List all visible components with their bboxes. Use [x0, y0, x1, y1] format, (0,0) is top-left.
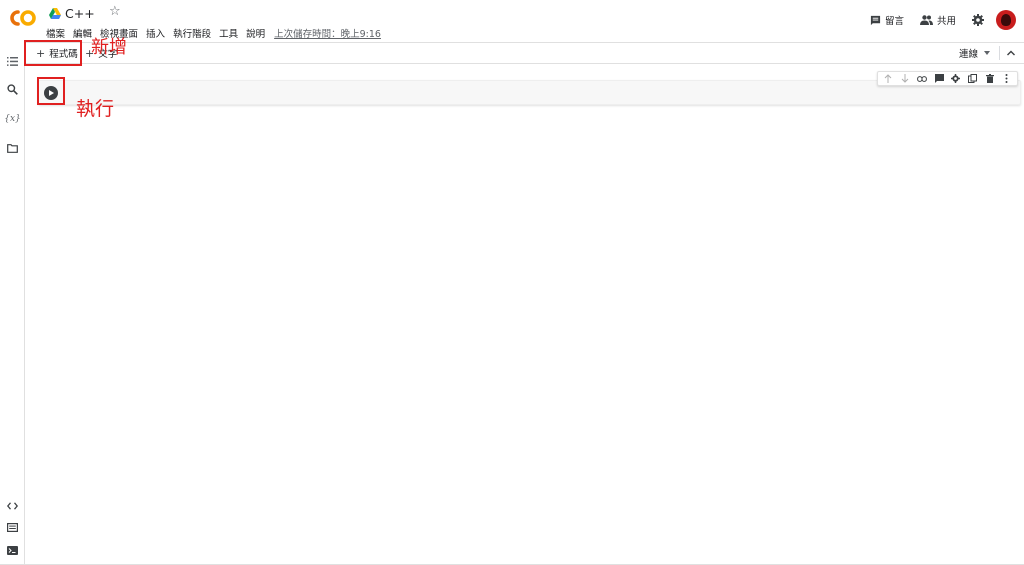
header-actions: 留言 共用 — [870, 9, 1024, 31]
menu-tools[interactable]: 工具 — [219, 26, 238, 40]
annotation-box-add — [24, 40, 82, 66]
variables-icon[interactable]: {x} — [4, 112, 21, 125]
link-icon[interactable] — [917, 74, 928, 84]
share-button[interactable]: 共用 — [919, 13, 956, 27]
delete-icon[interactable] — [985, 74, 995, 84]
menu-insert[interactable]: 插入 — [146, 26, 165, 40]
code-cell[interactable] — [38, 80, 1021, 105]
menu-help[interactable]: 說明 — [246, 26, 265, 40]
left-sidebar: {x} — [0, 42, 25, 565]
command-palette-icon[interactable] — [6, 521, 19, 534]
annotation-label-run: 執行 — [76, 98, 115, 120]
settings-icon[interactable] — [951, 74, 961, 84]
folder-icon[interactable] — [6, 142, 19, 155]
mirror-cell-icon[interactable] — [968, 74, 978, 84]
table-of-contents-icon[interactable] — [6, 55, 19, 68]
move-down-icon[interactable] — [900, 74, 910, 84]
move-up-icon[interactable] — [883, 74, 893, 84]
toolbar-divider — [999, 46, 1000, 60]
top-bar: C++ ☆ 檔案 編輯 檢視畫面 插入 執行階段 工具 說明 上次儲存時間：晚上… — [0, 0, 1024, 42]
menu-edit[interactable]: 編輯 — [73, 26, 92, 40]
annotation-label-add: 新增 — [91, 37, 127, 58]
connect-runtime-button[interactable]: 連線 — [959, 46, 990, 60]
comment-icon[interactable] — [934, 74, 944, 84]
people-icon — [919, 15, 933, 25]
last-saved-link[interactable]: 上次儲存時間：晚上9:16 — [274, 26, 381, 40]
cell-toolbar — [877, 71, 1018, 86]
annotation-box-run — [37, 77, 65, 105]
connect-label: 連線 — [958, 49, 978, 60]
comment-button[interactable]: 留言 — [870, 13, 904, 27]
dropdown-caret-icon[interactable] — [984, 51, 990, 55]
terminal-icon[interactable] — [6, 544, 19, 557]
menu-file[interactable]: 檔案 — [46, 26, 65, 40]
code-snippets-icon[interactable] — [6, 499, 19, 512]
star-icon[interactable]: ☆ — [109, 4, 121, 19]
notebook-toolbar: + 程式碼 + 文字 連線 — [25, 42, 1024, 64]
settings-gear-icon[interactable] — [972, 14, 984, 26]
share-label: 共用 — [936, 16, 956, 27]
chevron-up-icon[interactable] — [1006, 48, 1016, 58]
menu-runtime[interactable]: 執行階段 — [173, 26, 211, 40]
account-avatar[interactable] — [996, 10, 1016, 30]
comment-icon — [870, 15, 881, 25]
comment-label: 留言 — [884, 16, 904, 27]
colab-logo-icon[interactable] — [9, 9, 37, 27]
more-icon[interactable] — [1002, 74, 1012, 84]
google-drive-icon — [49, 7, 61, 19]
title-row: C++ — [49, 5, 95, 21]
search-icon[interactable] — [6, 83, 19, 96]
notebook-title[interactable]: C++ — [65, 6, 95, 21]
